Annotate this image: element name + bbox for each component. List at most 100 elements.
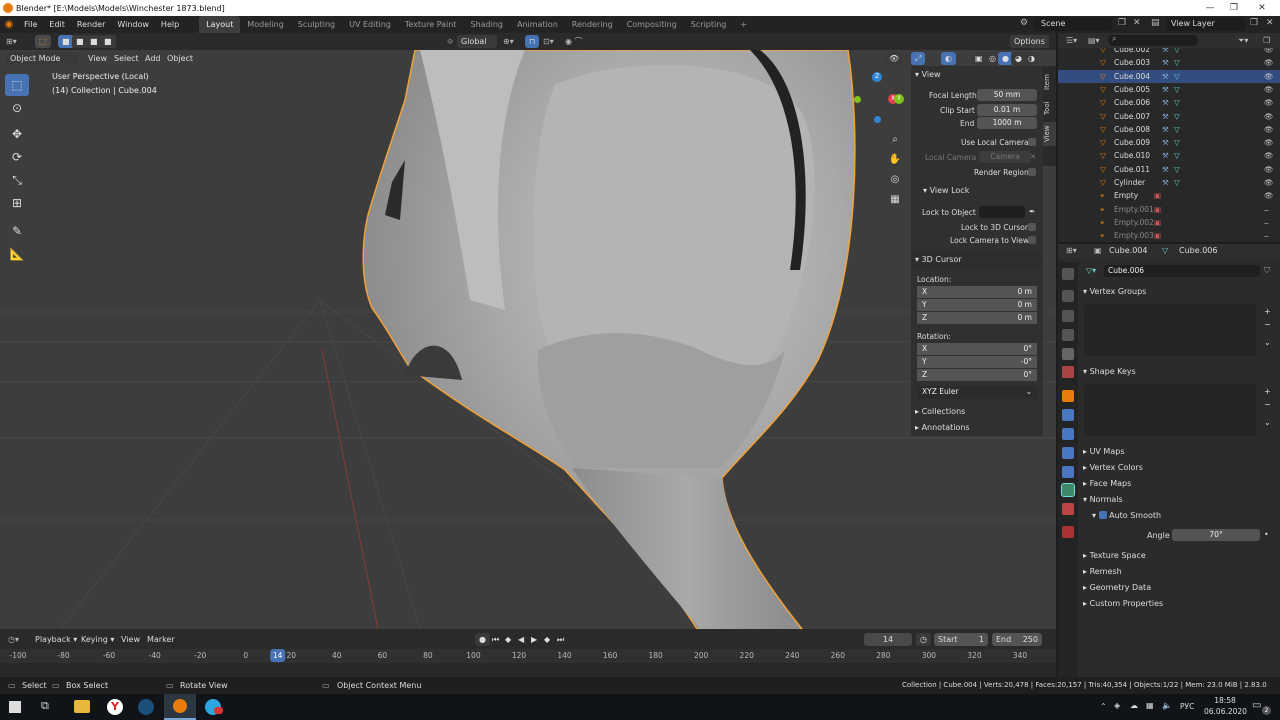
custom-properties-panel[interactable]: ▸ Custom Properties (1078, 596, 1278, 612)
measure-tool-icon[interactable]: 📐 (5, 243, 29, 265)
rotation-mode-dropdown[interactable]: XYZ Euler ⌄ (917, 386, 1037, 399)
yandex-browser-icon[interactable]: Y (107, 699, 123, 715)
tray-cloud-icon[interactable]: ☁ (1130, 701, 1138, 710)
snap-icon[interactable]: ⊓ (525, 35, 540, 48)
start-frame-field[interactable]: Start 1 (934, 633, 988, 646)
visibility-eye-icon[interactable]: 👁 (1264, 136, 1274, 149)
tab-compositing[interactable]: Compositing (620, 16, 684, 33)
visibility-icon[interactable]: 👁 (885, 52, 904, 65)
frame-ruler[interactable]: -100 -80 -60 -40 -20 0 20 40 60 80 100 120 140 160 180… (0, 649, 1056, 677)
hidden-eye-icon[interactable]: ⌣ (1264, 203, 1269, 216)
visibility-eye-icon[interactable]: 👁 (1264, 83, 1274, 96)
new-view-layer-icon[interactable]: ❐ (1250, 18, 1258, 28)
jump-end-icon[interactable]: ⏭ (557, 633, 564, 646)
pan-hand-icon[interactable]: ✋ (888, 150, 902, 170)
tab-tool[interactable]: Tool (1043, 96, 1056, 120)
tab-texture-paint[interactable]: Texture Paint (398, 16, 464, 33)
pivot-icon[interactable]: ⊕▾ (503, 35, 514, 48)
3d-cursor-header[interactable]: ▾ 3D Cursor (911, 252, 1043, 268)
visibility-eye-icon[interactable]: 👁 (1264, 149, 1274, 162)
mesh-name-field[interactable]: Cube.006 (1104, 265, 1260, 277)
render-region-checkbox[interactable] (1028, 168, 1036, 176)
outliner-row[interactable]: ⌖ Empty.001 ▣ ⌣ (1058, 203, 1280, 216)
next-keyframe-icon[interactable]: ◆ (544, 633, 550, 646)
camera-icon[interactable]: ◎ (888, 170, 902, 190)
cursor-location-z[interactable]: Z 0 m (917, 312, 1037, 324)
geometry-data-panel[interactable]: ▸ Geometry Data (1078, 580, 1278, 596)
select-box-tool-icon[interactable]: ⬚ (5, 74, 29, 96)
tab-shading[interactable]: Shading (463, 16, 510, 33)
blender-menu-icon[interactable]: ◉ (0, 19, 18, 30)
outliner-row[interactable]: ▽ Cube.003 ⚒ ▽ 👁 (1058, 56, 1280, 69)
tab-modeling[interactable]: Modeling (240, 16, 290, 33)
focal-length-field[interactable]: 50 mm (977, 89, 1037, 101)
orientation-dropdown[interactable]: Global (457, 35, 497, 48)
scene-icon[interactable]: ⚙ (1020, 18, 1032, 30)
ortho-grid-icon[interactable]: ▦ (888, 190, 902, 210)
task-view-icon[interactable]: ⧉ (41, 699, 49, 713)
display-mode-icon[interactable]: ▤▾ (1088, 34, 1100, 47)
cursor-rotation-z[interactable]: Z 0° (917, 369, 1037, 381)
clear-camera-icon[interactable]: ✕ (1030, 152, 1036, 161)
cursor-location-x[interactable]: X 0 m (917, 286, 1037, 298)
view-layer-selector[interactable]: View Layer (1165, 17, 1245, 31)
annotations-header[interactable]: ▸ Annotations (911, 420, 1043, 436)
view-layer-icon[interactable]: ▤ (1151, 18, 1160, 28)
add-workspace-button[interactable]: + (733, 16, 754, 33)
hidden-eye-icon[interactable]: ⌣ (1264, 216, 1269, 229)
steam-icon[interactable] (138, 699, 154, 715)
auto-smooth-subpanel[interactable]: ▾ Auto Smooth (1078, 508, 1278, 524)
blender-taskbar-button[interactable] (164, 694, 196, 720)
zoom-icon[interactable]: ⌕ (888, 130, 902, 150)
object-tab-icon[interactable] (1062, 390, 1074, 402)
fake-user-shield-icon[interactable]: ⛉ (1264, 264, 1270, 277)
visibility-eye-icon[interactable]: 👁 (1264, 176, 1274, 189)
transform-tool-icon[interactable]: ⊞ (5, 192, 29, 214)
remove-vertex-group-button[interactable]: − (1264, 318, 1271, 331)
tab-animation[interactable]: Animation (510, 16, 565, 33)
gizmo-neg-y[interactable] (854, 96, 861, 103)
clip-start-field[interactable]: 0.01 m (977, 104, 1037, 116)
tool-select-icon[interactable]: ⬚ (35, 35, 51, 48)
menu-render[interactable]: Render (71, 16, 111, 33)
view-layer-tab-icon[interactable] (1062, 329, 1074, 341)
tab-item[interactable]: Item (1043, 70, 1056, 94)
visibility-eye-icon[interactable]: 👁 (1264, 70, 1274, 83)
jump-start-icon[interactable]: ⏮ (492, 633, 499, 646)
tool-tab-icon[interactable] (1062, 268, 1074, 280)
outliner-search-input[interactable]: ⌕ (1108, 34, 1198, 46)
windows-start-icon[interactable] (9, 701, 21, 713)
menu-file[interactable]: File (18, 16, 43, 33)
tab-view[interactable]: View (1043, 122, 1056, 146)
shape-keys-panel[interactable]: ▾ Shape Keys (1078, 364, 1278, 380)
scene-tab-icon[interactable] (1062, 348, 1074, 360)
playhead[interactable]: 14 (269, 649, 286, 662)
angle-decorator-icon[interactable]: • (1264, 528, 1269, 541)
output-tab-icon[interactable] (1062, 310, 1074, 322)
menu-select[interactable]: Select (114, 52, 139, 65)
outliner-row[interactable]: ▽ Cube.010 ⚒ ▽ 👁 (1058, 149, 1280, 162)
filter-icon[interactable]: ⏷▾ (1238, 34, 1248, 47)
rotate-tool-icon[interactable]: ⟳ (5, 146, 29, 168)
remove-view-layer-icon[interactable]: ✕ (1266, 18, 1274, 28)
clock-date[interactable]: 06.06.2020 (1204, 707, 1247, 716)
uv-maps-panel[interactable]: ▸ UV Maps (1078, 444, 1278, 460)
vertex-groups-list[interactable] (1084, 304, 1256, 356)
menu-view[interactable]: View (88, 52, 107, 65)
play-icon[interactable]: ▶ (531, 633, 537, 646)
lock-to-3d-cursor-checkbox[interactable] (1028, 223, 1036, 231)
modifiers-tab-icon[interactable] (1062, 409, 1074, 421)
menu-help[interactable]: Help (155, 16, 185, 33)
view-lock-header[interactable]: ▾ View Lock (911, 183, 1043, 199)
tab-scripting[interactable]: Scripting (684, 16, 734, 33)
preview-range-icon[interactable]: ◷ (916, 633, 931, 646)
remesh-panel[interactable]: ▸ Remesh (1078, 564, 1278, 580)
visibility-eye-icon[interactable]: 👁 (1264, 163, 1274, 176)
lock-to-object-field[interactable] (979, 206, 1025, 218)
new-collection-icon[interactable]: ❐ (1263, 34, 1270, 47)
prev-keyframe-icon[interactable]: ◆ (505, 633, 511, 646)
outliner-row[interactable]: ▽ Cube.002 ⚒ ▽ 👁 (1058, 48, 1280, 56)
tab-layout[interactable]: Layout (199, 16, 241, 33)
new-scene-icon[interactable]: ❐ (1118, 18, 1126, 28)
outliner-row[interactable]: ▽ Cube.005 ⚒ ▽ 👁 (1058, 83, 1280, 96)
